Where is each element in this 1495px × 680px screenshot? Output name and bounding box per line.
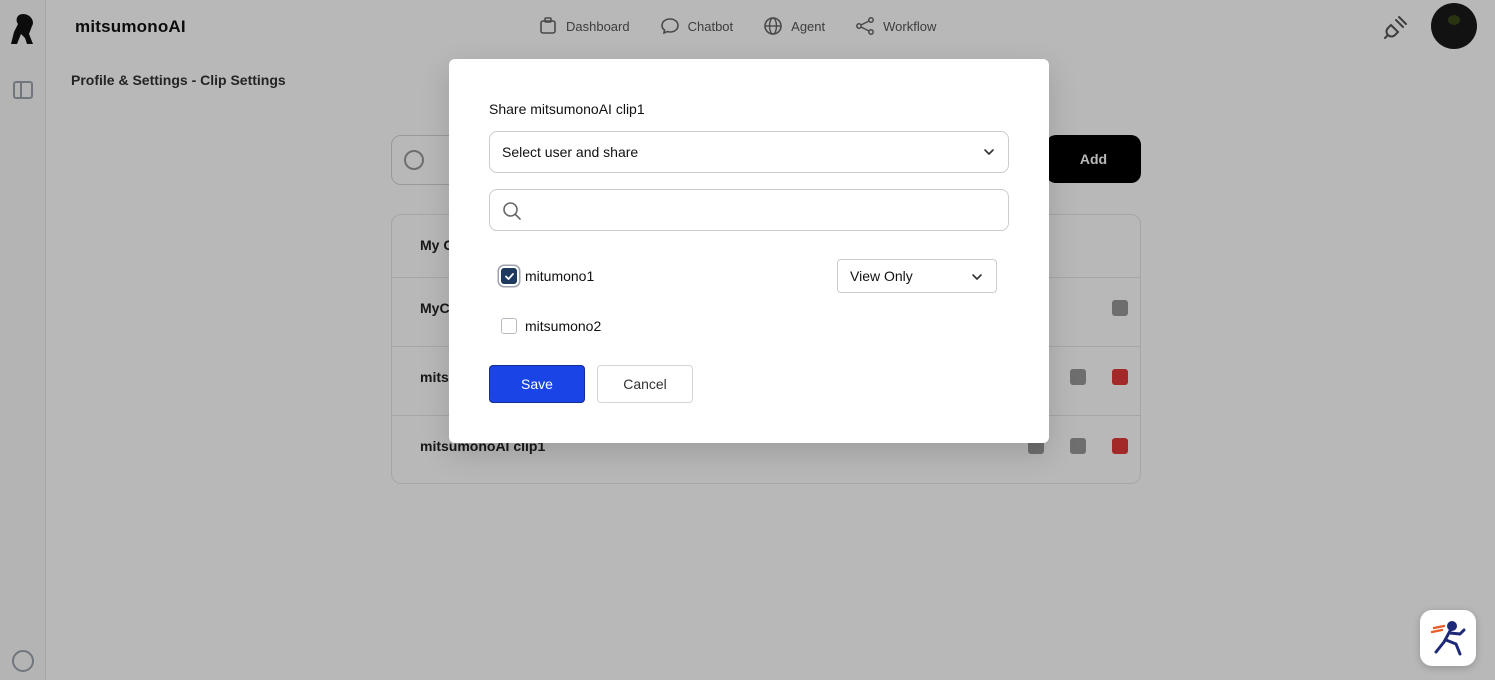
cancel-button[interactable]: Cancel bbox=[597, 365, 693, 403]
permission-select[interactable]: View Only bbox=[837, 259, 997, 293]
search-icon bbox=[503, 202, 521, 220]
user-search-field[interactable] bbox=[489, 189, 1009, 231]
permission-value: View Only bbox=[850, 268, 913, 284]
ninja-mascot-icon bbox=[1430, 621, 1466, 656]
user-checkbox-mitsumono2[interactable] bbox=[501, 318, 517, 334]
assistant-launcher-button[interactable] bbox=[1420, 610, 1476, 666]
checkmark-icon bbox=[505, 273, 514, 280]
dialog-title: Share mitsumonoAI clip1 bbox=[489, 101, 645, 117]
user-checkbox-mitumono1[interactable] bbox=[501, 268, 517, 284]
save-button[interactable]: Save bbox=[489, 365, 585, 403]
user-select-value: Select user and share bbox=[502, 144, 639, 160]
share-dialog: Share mitsumonoAI clip1 Select user and … bbox=[449, 59, 1049, 443]
user-search-input[interactable] bbox=[534, 196, 994, 224]
user-row: mitsumono2 bbox=[489, 309, 1009, 345]
chevron-down-icon bbox=[984, 149, 994, 155]
chevron-down-icon bbox=[972, 274, 982, 280]
user-name: mitsumono2 bbox=[525, 318, 602, 334]
user-row: mitumono1 View Only bbox=[489, 259, 1009, 295]
user-select-dropdown[interactable]: Select user and share bbox=[489, 131, 1009, 173]
user-name: mitumono1 bbox=[525, 268, 595, 284]
